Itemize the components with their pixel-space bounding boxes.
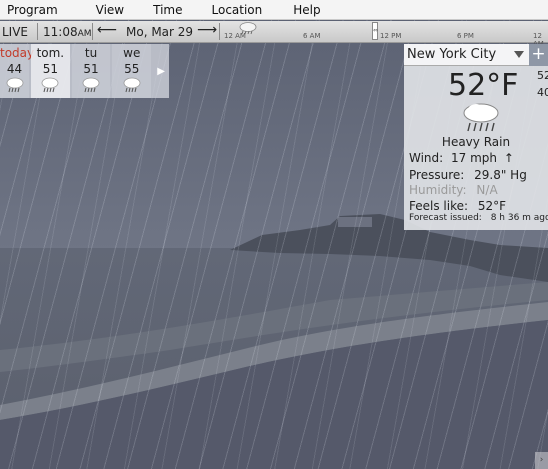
humidity-value: N/A <box>476 183 498 197</box>
menu-time[interactable]: Time <box>146 3 194 17</box>
forecast-day-name: we <box>123 46 141 60</box>
location-header: New York City + <box>404 44 548 66</box>
rain-cloud-icon <box>0 77 29 93</box>
wind-label: Wind: <box>409 151 444 165</box>
rain-cloud-icon <box>31 77 70 93</box>
current-temperature: 52°F <box>448 68 519 103</box>
forecast-day-name: tom. <box>36 46 65 60</box>
forecast-day-temp: 51 <box>83 62 99 76</box>
time-value: 11:08 <box>43 25 78 39</box>
timeline-tick: 6 PM <box>457 32 474 40</box>
timeline-bar: LIVE 11:08AM ⟵ Mo, Mar 29 ⟶ 12 AM 6 AM 1… <box>0 21 548 48</box>
back-arrow-icon[interactable]: ⟵ <box>97 22 117 38</box>
pressure-row: Pressure: 29.8" Hg <box>409 168 527 182</box>
humidity-row: Humidity: N/A <box>409 183 498 197</box>
forecast-issued-row: Forecast issued: 8 h 36 m ago <box>409 213 548 223</box>
menu-view[interactable]: View <box>89 3 136 17</box>
heavy-rain-icon <box>461 101 501 138</box>
forecast-day-tuesday[interactable]: tu 51 <box>71 44 111 98</box>
menu-location[interactable]: Location <box>205 3 275 17</box>
forecast-day-temp: 55 <box>124 62 140 76</box>
wind-row: Wind: 17 mph ↑ <box>409 151 514 165</box>
forecast-issued-label: Forecast issued: <box>409 213 482 223</box>
live-button[interactable]: LIVE <box>2 25 28 39</box>
forward-arrow-icon[interactable]: ⟶ <box>197 22 217 38</box>
side-low-temp: 40 <box>537 86 548 99</box>
separator <box>92 23 93 40</box>
current-conditions-panel: New York City + 52°F Heavy Rain Wind: 17… <box>404 44 548 230</box>
current-time: 11:08AM <box>43 25 92 39</box>
pressure-value: 29.8" Hg <box>474 168 527 182</box>
menu-help[interactable]: Help <box>286 3 332 17</box>
timeline-scale[interactable]: 12 AM 6 AM 12 PM 6 PM 12 AM <box>222 21 548 48</box>
current-date: Mo, Mar 29 <box>126 25 194 39</box>
rain-cloud-icon <box>72 77 111 93</box>
separator <box>37 23 38 40</box>
forecast-day-name: tu <box>84 46 98 60</box>
forecast-day-wednesday[interactable]: we 55 <box>112 44 152 98</box>
timeline-tick: 6 AM <box>303 32 321 40</box>
forecast-day-today[interactable]: today 44 <box>0 44 35 98</box>
forecast-next-button[interactable]: ▶ <box>153 44 169 98</box>
forecast-strip: today 44 tom. 51 tu 51 we 55 ▶ <box>0 44 169 98</box>
feels-like-row: Feels like: 52°F <box>409 199 506 213</box>
feels-like-value: 52°F <box>477 199 507 213</box>
wind-value: 17 mph <box>451 151 498 165</box>
pressure-label: Pressure: <box>409 168 465 182</box>
timeline-tick: 12 PM <box>380 32 402 40</box>
wind-direction-arrow-icon: ↑ <box>503 151 514 165</box>
rain-cloud-icon <box>112 77 151 93</box>
separator <box>219 23 220 40</box>
side-high-temp: 52 <box>537 69 548 82</box>
expand-corner-icon[interactable]: › <box>535 452 548 469</box>
location-dropdown-icon[interactable] <box>514 51 524 58</box>
condition-text: Heavy Rain <box>441 135 511 149</box>
forecast-day-tomorrow[interactable]: tom. 51 <box>31 44 70 98</box>
location-name[interactable]: New York City <box>407 47 496 62</box>
forecast-day-temp: 51 <box>42 62 58 76</box>
feels-like-label: Feels like: <box>409 199 469 213</box>
humidity-label: Humidity: <box>409 183 467 197</box>
forecast-day-name: today <box>0 46 35 60</box>
rain-cloud-icon <box>238 21 258 38</box>
forecast-issued-value: 8 h 36 m ago <box>490 213 548 223</box>
menu-program[interactable]: Program <box>0 3 70 17</box>
forecast-day-temp: 44 <box>6 62 23 76</box>
timeline-slider-handle[interactable]: ⇔ <box>372 22 378 40</box>
time-suffix: AM <box>77 29 92 39</box>
menu-bar: Program View Time Location Help <box>0 0 548 20</box>
add-location-button[interactable]: + <box>529 44 548 66</box>
